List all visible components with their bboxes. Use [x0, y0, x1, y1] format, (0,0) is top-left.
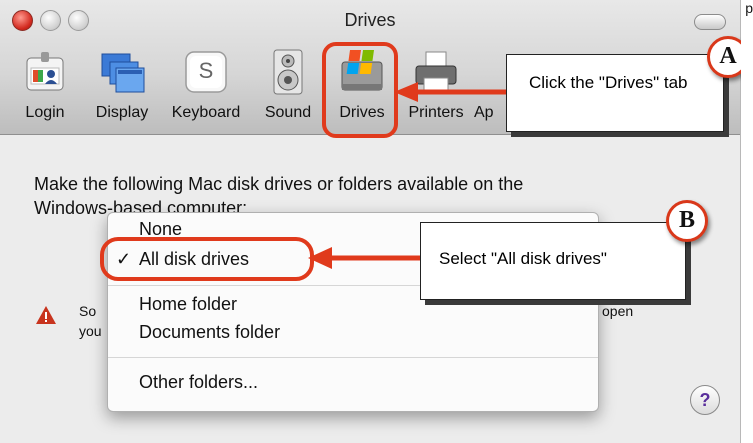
menu-item-other-folders[interactable]: Other folders...	[139, 372, 258, 393]
menu-item-label: Home folder	[139, 294, 238, 314]
toolbar-item-label: Display	[95, 104, 149, 121]
toolbar-item-label: Sound	[264, 104, 312, 121]
toolbar-item-sound[interactable]: Sound	[258, 48, 318, 130]
keyboard-key-glyph: S	[198, 58, 214, 83]
callout-b-text: Select "All disk drives"	[439, 249, 607, 268]
toolbar-item-label: Login	[25, 104, 65, 121]
instruction-line-1: Make the following Mac disk drives or fo…	[34, 174, 524, 194]
menu-separator	[108, 357, 598, 358]
menu-item-documents-folder[interactable]: Documents folder	[139, 322, 280, 343]
arrow-b-icon	[308, 247, 426, 269]
all-disk-drives-highlight	[100, 237, 314, 281]
arrow-a-icon	[394, 82, 510, 102]
speaker-icon	[273, 49, 303, 95]
edge-fragment: p	[745, 0, 753, 16]
toolbar-item-login[interactable]: Login	[14, 48, 76, 130]
menu-item-label: Other folders...	[139, 372, 259, 392]
toolbar-item-label: Printers	[408, 104, 464, 121]
edge-strip: p	[741, 0, 753, 443]
toolbar-item-label: Ap	[474, 104, 494, 121]
toolbar-toggle-button[interactable]	[694, 14, 726, 30]
warning-text-start-2: you	[79, 323, 102, 339]
callout-a: Click the "Drives" tab	[506, 54, 724, 132]
callout-a-text: Click the "Drives" tab	[529, 73, 688, 92]
help-button[interactable]: ?	[690, 385, 720, 415]
toolbar-item-label: Keyboard	[171, 104, 241, 121]
display-icon	[101, 53, 145, 93]
toolbar-item-display[interactable]: Display	[86, 48, 158, 130]
callout-b: Select "All disk drives"	[420, 222, 686, 300]
warning-text-start-1: So	[79, 303, 97, 319]
preferences-window: Drives Login Display S Keyboard Sound Dr…	[0, 0, 749, 443]
drives-tab-highlight	[322, 42, 398, 138]
warning-text-end-1: open	[602, 303, 634, 319]
menu-item-label: None	[139, 219, 183, 239]
window-title: Drives	[344, 10, 396, 30]
badge-b: B	[666, 200, 708, 242]
login-icon	[26, 52, 64, 91]
menu-item-label: Documents folder	[139, 322, 281, 342]
toolbar-item-keyboard[interactable]: S Keyboard	[164, 48, 248, 130]
warning-icon	[36, 306, 56, 324]
menu-item-home-folder[interactable]: Home folder	[139, 294, 237, 315]
